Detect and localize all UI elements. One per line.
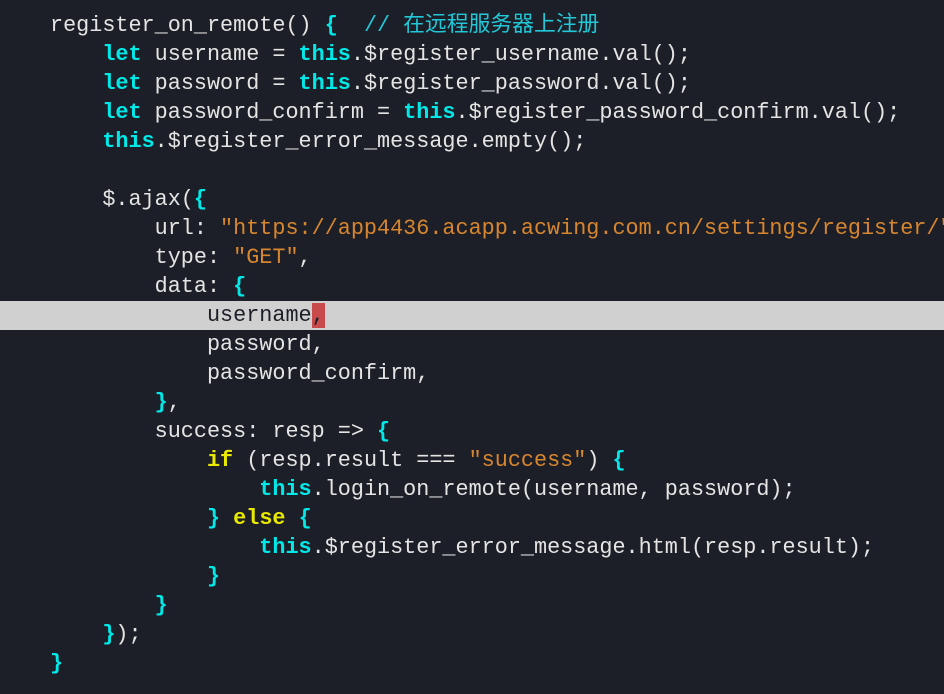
code-token: username [50, 303, 312, 328]
keyword: let [102, 42, 142, 67]
code-line[interactable]: this.$register_error_message.html(resp.r… [50, 533, 874, 562]
string-literal: "https://app4436.acapp.acwing.com.cn/set… [220, 216, 944, 241]
code-token: url: [50, 216, 221, 241]
code-token: password, [50, 332, 325, 357]
brace: } [206, 564, 221, 589]
code-token: , [167, 390, 181, 415]
string-literal: "GET" [233, 245, 299, 270]
keyword: this [403, 100, 456, 125]
code-line[interactable]: password_confirm, [50, 359, 429, 388]
keyword: this [259, 535, 312, 560]
code-token: password_confirm = [141, 100, 404, 125]
code-line[interactable]: type: "GET", [50, 243, 312, 272]
brace: } [206, 506, 221, 531]
brace: } [154, 593, 168, 618]
brace: } [50, 651, 64, 676]
code-token: , [298, 245, 312, 270]
brace: { [298, 506, 312, 531]
code-token: .$register_username.val(); [350, 42, 691, 67]
control-keyword: if [206, 448, 234, 473]
code-line[interactable]: } [50, 562, 220, 591]
code-token: .$register_password_confirm.val(); [455, 100, 901, 125]
code-line[interactable]: }, [50, 388, 181, 417]
code-editor[interactable]: register_on_remote() { // 在远程服务器上注册 let … [0, 0, 944, 694]
brace: { [233, 274, 247, 299]
keyword: this [298, 42, 351, 67]
keyword: this [298, 71, 351, 96]
code-line[interactable]: } [50, 591, 168, 620]
code-token: ); [115, 622, 142, 647]
keyword: this [259, 477, 312, 502]
code-line[interactable]: data: { [50, 272, 247, 301]
code-line[interactable]: register_on_remote() { // 在远程服务器上注册 [50, 11, 599, 40]
code-line[interactable]: username, [50, 301, 325, 330]
brace: } [102, 622, 116, 647]
code-token: register_on_remote() [50, 13, 325, 38]
code-line[interactable]: this.$register_error_message.empty(); [50, 127, 586, 156]
code-line[interactable]: let password = this.$register_password.v… [50, 69, 691, 98]
comment: // 在远程服务器上注册 [337, 13, 600, 38]
text-cursor: , [311, 303, 325, 328]
code-token: .$register_password.val(); [350, 71, 691, 96]
code-token: password = [141, 71, 299, 96]
brace: { [324, 13, 338, 38]
control-keyword: else [233, 506, 286, 531]
code-line[interactable]: url: "https://app4436.acapp.acwing.com.c… [50, 214, 944, 243]
code-line[interactable]: } [50, 649, 63, 678]
code-line[interactable]: $.ajax({ [50, 185, 207, 214]
brace: } [154, 390, 168, 415]
code-line[interactable]: this.login_on_remote(username, password)… [50, 475, 796, 504]
brace: { [612, 448, 626, 473]
keyword: let [102, 71, 142, 96]
brace: { [193, 187, 207, 212]
code-token: ) [586, 448, 613, 473]
code-line[interactable]: password, [50, 330, 325, 359]
keyword: let [102, 100, 142, 125]
code-token: type: [50, 245, 234, 270]
code-token: $.ajax( [50, 187, 194, 212]
string-literal: "success" [468, 448, 587, 473]
code-token: (resp.result === [233, 448, 469, 473]
code-line[interactable]: if (resp.result === "success") { [50, 446, 626, 475]
code-line[interactable]: success: resp => { [50, 417, 390, 446]
brace: { [377, 419, 391, 444]
code-line[interactable]: let username = this.$register_username.v… [50, 40, 691, 69]
code-line[interactable]: let password_confirm = this.$register_pa… [50, 98, 900, 127]
code-token: success: resp => [50, 419, 378, 444]
code-token: .$register_error_message.empty(); [154, 129, 587, 154]
code-token: .login_on_remote(username, password); [311, 477, 796, 502]
code-line[interactable]: }); [50, 620, 142, 649]
code-line[interactable]: } else { [50, 504, 312, 533]
code-token: password_confirm, [50, 361, 430, 386]
keyword: this [102, 129, 155, 154]
code-token: username = [141, 42, 299, 67]
code-token: data: [50, 274, 234, 299]
code-token: .$register_error_message.html(resp.resul… [311, 535, 875, 560]
